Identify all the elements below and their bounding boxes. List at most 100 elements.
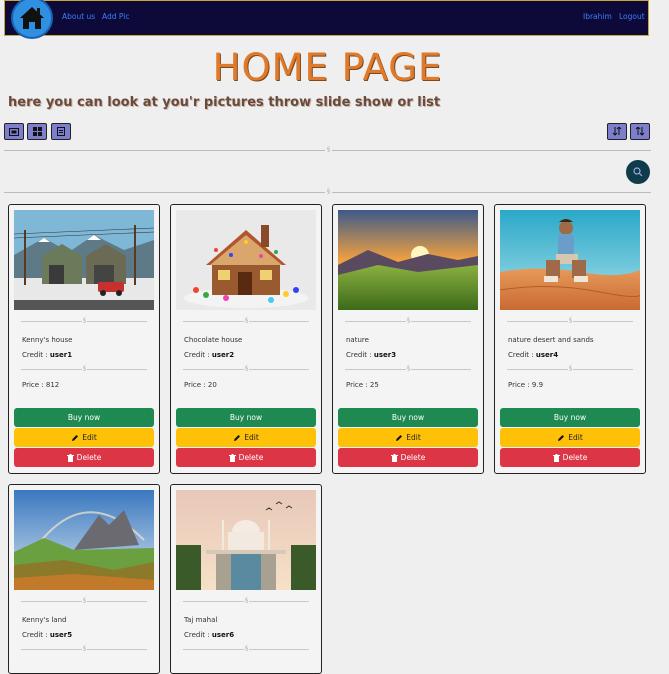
divider-glyph: § [406,365,411,372]
card-name: nature [346,336,369,344]
card-credit: Credit : user2 [184,351,234,359]
buy-label: Buy now [67,413,101,422]
navbar: About us Add Pic Ibrahim Logout [4,0,649,39]
picture-image [176,210,316,310]
page-subtitle: here you can look at you'r pictures thro… [8,95,441,110]
picture-card: § Kenny's land Credit : user5 § [8,484,160,674]
grid-icon [32,127,42,136]
home-logo-button[interactable] [11,0,53,39]
divider-glyph: § [82,597,87,604]
picture-card: § Taj mahal Credit : user6 § [170,484,322,674]
sort-desc-icon [612,127,622,136]
list-icon [57,127,65,136]
buy-label: Buy now [391,413,425,422]
delete-label: Delete [238,453,264,462]
delete-label: Delete [400,453,426,462]
delete-button[interactable]: Delete [338,448,478,467]
edit-label: Edit [82,433,97,442]
price-label: Price : [184,381,208,389]
divider-glyph: § [325,146,332,153]
credit-label: Credit : [346,351,374,359]
card-credit: Credit : user3 [346,351,396,359]
pencil-icon [234,434,241,441]
list-view-button[interactable] [51,123,71,140]
buy-now-button[interactable]: Buy now [338,408,478,427]
price-label: Price : [346,381,370,389]
buy-now-button[interactable]: Buy now [176,408,316,427]
card-price-value: 20 [207,381,217,389]
card-name: Kenny's house [22,336,73,344]
trash-icon [66,453,74,462]
edit-label: Edit [568,433,583,442]
credit-label: Credit : [22,351,50,359]
card-user: user5 [49,631,73,639]
card-credit: Credit : user4 [508,351,558,359]
divider-glyph: § [325,188,332,195]
search-button[interactable] [626,160,650,184]
edit-label: Edit [244,433,259,442]
picture-card: § nature desert and sands Credit : user4… [494,204,646,474]
picture-card: § Chocolate house Credit : user2 § Price… [170,204,322,474]
delete-label: Delete [76,453,102,462]
credit-label: Credit : [184,351,212,359]
slideshow-icon [9,127,19,136]
delete-button[interactable]: Delete [500,448,640,467]
divider-glyph: § [244,645,249,652]
card-price: Price : 9.9 [508,381,543,389]
picture-image [14,490,154,590]
buy-label: Buy now [229,413,263,422]
grid-view-button[interactable] [27,123,47,140]
card-name: nature desert and sands [508,336,594,344]
page-title: HOME PAGE [212,46,443,89]
nav-user-link[interactable]: Ibrahim [583,12,612,21]
divider-glyph: § [82,317,87,324]
card-user: user6 [211,631,235,639]
card-user: user1 [49,351,73,359]
card-price: Price : 20 [184,381,217,389]
edit-button[interactable]: Edit [14,428,154,447]
divider-glyph: § [244,365,249,372]
delete-button[interactable]: Delete [176,448,316,467]
card-price-value: 9.9 [531,381,544,389]
card-user: user3 [373,351,397,359]
edit-button[interactable]: Edit [338,428,478,447]
slideshow-view-button[interactable] [4,123,24,140]
sort-desc-button[interactable] [607,123,627,140]
nav-add-pic-link[interactable]: Add Pic [102,12,129,21]
edit-label: Edit [406,433,421,442]
buy-label: Buy now [553,413,587,422]
picture-image [14,210,154,310]
search-icon [633,167,643,177]
nav-logout-link[interactable]: Logout [619,12,645,21]
sort-asc-icon [635,127,645,136]
card-user: user4 [535,351,559,359]
trash-icon [390,453,398,462]
divider-glyph: § [568,317,573,324]
sort-asc-button[interactable] [630,123,650,140]
nav-about-link[interactable]: About us [62,12,95,21]
credit-label: Credit : [22,631,50,639]
picture-image [176,490,316,590]
card-price: Price : 812 [22,381,59,389]
picture-card: § Kenny's house Credit : user1 § Price :… [8,204,160,474]
buy-now-button[interactable]: Buy now [14,408,154,427]
card-name: Kenny's land [22,616,67,624]
credit-label: Credit : [508,351,536,359]
card-price-value: 812 [45,381,60,389]
divider-glyph: § [568,365,573,372]
card-price: Price : 25 [346,381,379,389]
pencil-icon [396,434,403,441]
card-price-value: 25 [369,381,379,389]
divider-glyph: § [82,365,87,372]
buy-now-button[interactable]: Buy now [500,408,640,427]
card-credit: Credit : user6 [184,631,234,639]
card-user: user2 [211,351,235,359]
credit-label: Credit : [184,631,212,639]
home-icon [20,7,44,29]
picture-image [500,210,640,310]
delete-button[interactable]: Delete [14,448,154,467]
edit-button[interactable]: Edit [176,428,316,447]
divider-glyph: § [244,597,249,604]
card-name: Taj mahal [184,616,218,624]
edit-button[interactable]: Edit [500,428,640,447]
